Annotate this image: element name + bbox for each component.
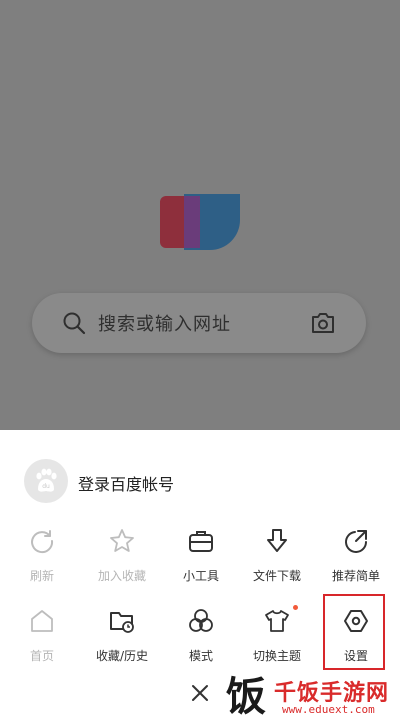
mode-icon (189, 609, 213, 632)
menu-item-label: 加入收藏 (97, 569, 146, 583)
menu-item-label: 刷新 (29, 569, 54, 583)
menu-item-label: 推荐简单 (331, 569, 380, 583)
watermark-url: www.eduext.com (282, 703, 375, 716)
menu-item-refresh[interactable]: 刷新 (2, 525, 82, 605)
search-placeholder[interactable]: 搜索或输入网址 (98, 310, 231, 336)
menu-item-label: 小工具 (182, 569, 219, 583)
download-icon (267, 529, 287, 552)
menu-item-label: 收藏/历史 (95, 649, 149, 663)
refresh-icon (31, 530, 54, 554)
menu-item-label: 首页 (29, 649, 54, 663)
search-bar[interactable]: 搜索或输入网址 (32, 293, 366, 353)
menu-row-1: 刷新 加入收藏 小工具 文件下载 推荐简单 (0, 525, 400, 605)
svg-text:du: du (42, 483, 50, 490)
menu-item-label: 切换主题 (252, 649, 301, 663)
menu-item-bookmarks-history[interactable]: 收藏/历史 (82, 605, 162, 685)
avatar: du (24, 459, 68, 503)
baidu-paw-icon: du (36, 468, 57, 492)
tshirt-icon (265, 610, 289, 632)
camera-icon[interactable] (310, 311, 336, 335)
toolbox-icon (189, 531, 213, 552)
settings-highlight-box (323, 594, 385, 670)
share-icon (345, 530, 367, 553)
login-account-row[interactable]: du 登录百度帐号 (24, 459, 324, 503)
dimmed-browser-home[interactable]: 搜索或输入网址 (0, 0, 400, 430)
watermark-logo: 饭 (226, 673, 266, 720)
menu-item-label: 文件下载 (252, 569, 301, 583)
menu-item-home[interactable]: 首页 (2, 605, 82, 685)
menu-item-label: 模式 (188, 649, 213, 663)
home-icon (31, 610, 53, 632)
menu-item-downloads[interactable]: 文件下载 (237, 525, 317, 605)
star-icon (110, 529, 134, 552)
folder-history-icon (110, 612, 134, 633)
close-icon[interactable] (190, 683, 210, 703)
new-badge-dot (293, 605, 298, 610)
menu-item-share[interactable]: 推荐简单 (316, 525, 396, 605)
menu-item-add-bookmark[interactable]: 加入收藏 (82, 525, 162, 605)
login-label[interactable]: 登录百度帐号 (78, 471, 174, 495)
menu-item-tools[interactable]: 小工具 (161, 525, 241, 605)
browser-logo-icon (160, 194, 240, 250)
search-icon (63, 312, 86, 335)
site-watermark: 饭 千饭手游网 www.eduext.com (224, 673, 400, 721)
